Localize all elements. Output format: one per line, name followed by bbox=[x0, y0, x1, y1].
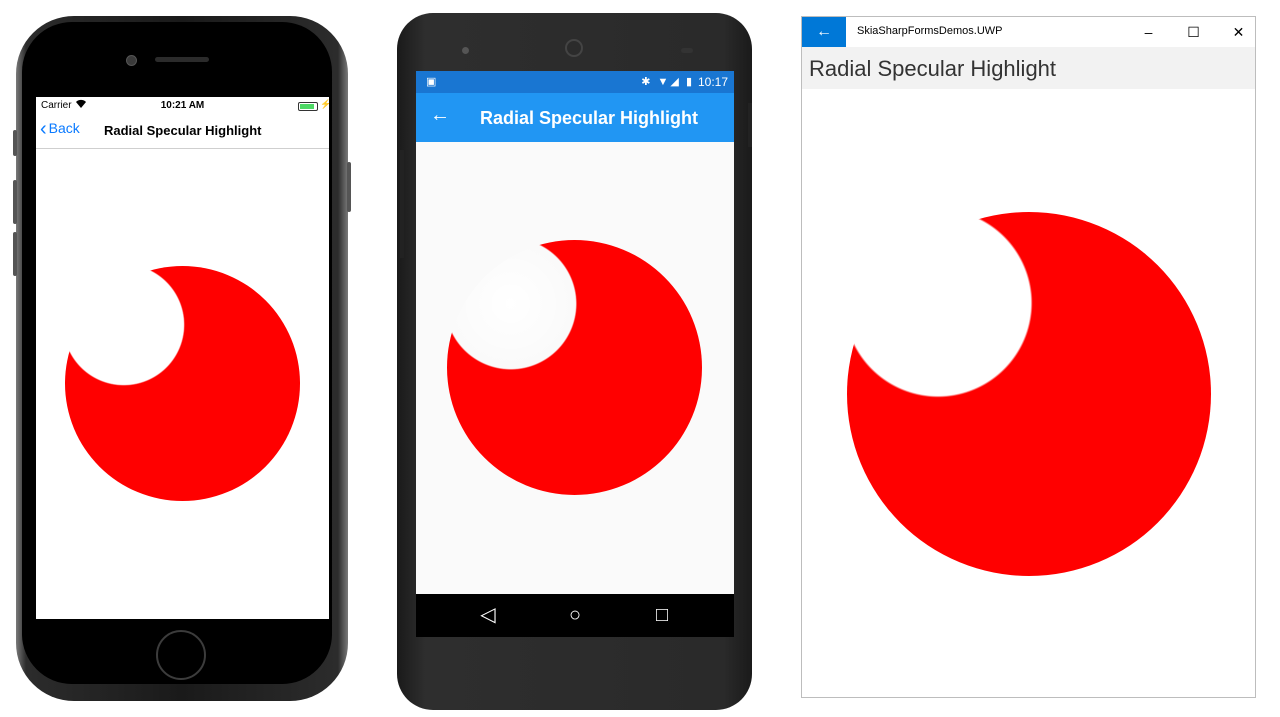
charging-icon: ⚡ bbox=[320, 99, 329, 109]
android-screen: ▣ ✱ ▼◢ ▮ 10:17 ← Radial Specular Highlig… bbox=[416, 71, 734, 637]
android-clock: 10:17 bbox=[697, 75, 728, 89]
red-sphere bbox=[447, 240, 702, 495]
nav-back-icon[interactable]: ◁ bbox=[468, 594, 508, 637]
uwp-page-header: Radial Specular Highlight bbox=[802, 47, 1255, 89]
android-volume-button bbox=[400, 150, 404, 258]
iphone-home-button[interactable] bbox=[156, 630, 206, 680]
iphone-power-button bbox=[347, 162, 351, 212]
android-status-icons: ✱ ▼◢ ▮ bbox=[641, 76, 694, 88]
page-title: Radial Specular Highlight bbox=[480, 108, 699, 128]
chevron-left-icon: ‹ bbox=[40, 118, 47, 140]
iphone-volume-down-button bbox=[13, 232, 17, 276]
android-app-bar: ← Radial Specular Highlight bbox=[416, 93, 734, 142]
uwp-window: ← SkiaSharpFormsDemos.UWP – ☐ ✕ Radial S… bbox=[801, 16, 1256, 698]
maximize-button[interactable]: ☐ bbox=[1171, 17, 1216, 47]
iphone-volume-up-button bbox=[13, 180, 17, 224]
nav-home-icon[interactable]: ○ bbox=[555, 594, 595, 637]
battery-level bbox=[300, 104, 314, 109]
iphone-speaker bbox=[155, 57, 209, 62]
close-button[interactable]: ✕ bbox=[1216, 17, 1255, 47]
android-proximity-sensor bbox=[681, 48, 693, 53]
window-title: SkiaSharpFormsDemos.UWP bbox=[857, 25, 1003, 37]
android-sensor-dot bbox=[462, 47, 469, 54]
android-navigation-bar: ◁ ○ □ bbox=[416, 594, 734, 637]
page-title: Radial Specular Highlight bbox=[809, 56, 1057, 81]
ios-screen: Carrier 10:21 AM ⚡ ‹ Back Radial Specular… bbox=[36, 97, 329, 619]
android-debug-icon: ▣ bbox=[426, 76, 437, 88]
iphone-camera bbox=[126, 55, 137, 66]
android-status-bar: ▣ ✱ ▼◢ ▮ 10:17 bbox=[416, 71, 734, 93]
red-sphere bbox=[847, 212, 1211, 576]
ios-status-bar: Carrier 10:21 AM ⚡ bbox=[36, 97, 329, 115]
page-title: Radial Specular Highlight bbox=[104, 123, 262, 138]
back-button-label: Back bbox=[48, 120, 80, 136]
android-front-camera bbox=[565, 39, 583, 57]
iphone-mute-switch bbox=[13, 130, 17, 156]
android-power-button bbox=[748, 103, 752, 147]
uwp-title-bar: ← SkiaSharpFormsDemos.UWP – ☐ ✕ bbox=[802, 17, 1255, 47]
ios-clock: 10:21 AM bbox=[160, 100, 205, 111]
battery-icon bbox=[298, 102, 318, 111]
red-sphere bbox=[65, 266, 300, 501]
nav-recents-icon[interactable]: □ bbox=[642, 594, 682, 637]
minimize-button[interactable]: – bbox=[1126, 17, 1171, 47]
arrow-left-icon[interactable]: ← bbox=[430, 104, 450, 127]
arrow-left-icon[interactable]: ← bbox=[802, 17, 846, 47]
ios-navigation-bar: ‹ Back Radial Specular Highlight bbox=[36, 115, 329, 149]
back-button[interactable]: ‹ Back bbox=[40, 118, 80, 140]
